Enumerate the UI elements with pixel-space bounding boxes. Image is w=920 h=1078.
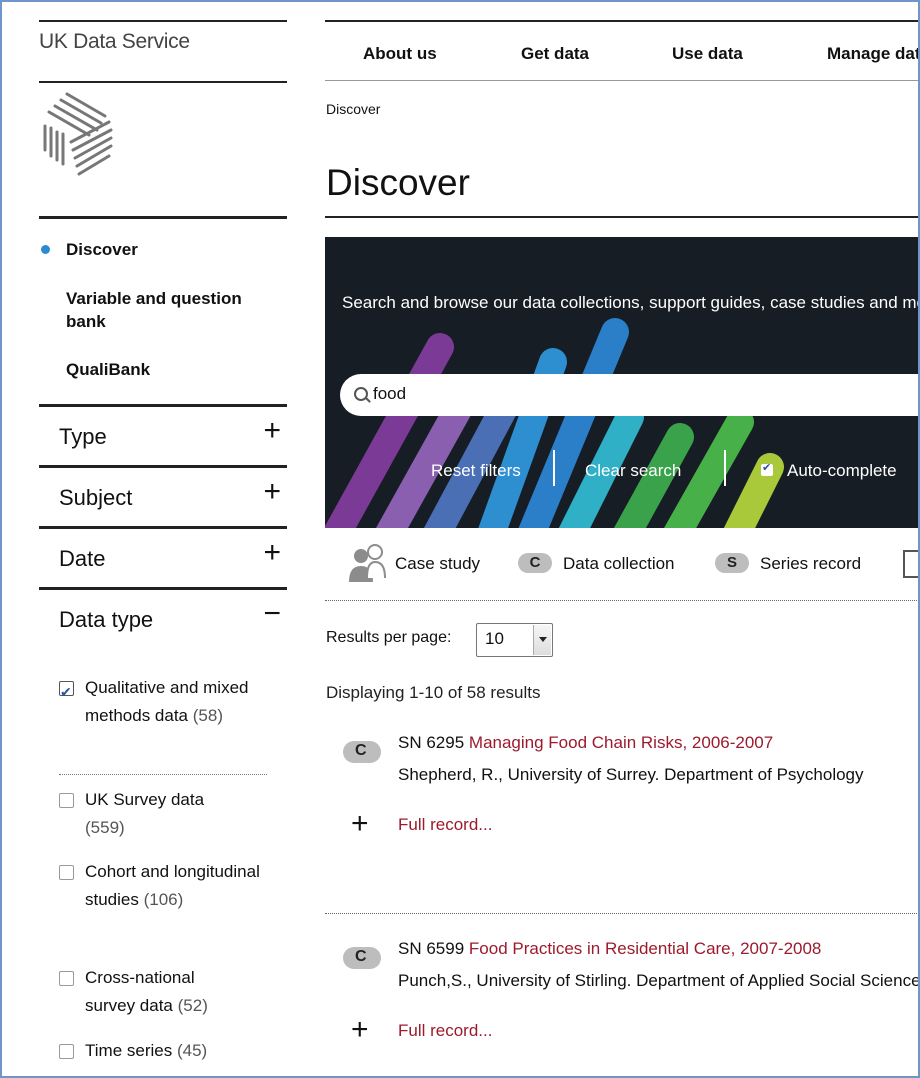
option-count: (106) [143,890,184,909]
hero-description: Search and browse our data collections, … [342,293,920,312]
facet-label: Subject [59,485,133,510]
filter-option-cohort[interactable]: Cohort and longitudinal studies (106) [59,858,269,914]
breadcrumb[interactable]: Discover [326,101,380,117]
filter-option-cross-national[interactable]: Cross-national survey data (52) [59,964,269,1020]
nav-about-us[interactable]: About us [363,44,437,64]
option-label: Time series [85,1041,173,1060]
ukds-logo-icon[interactable] [39,90,115,182]
results-per-page-select[interactable]: 10 [476,623,553,657]
collapse-minus-icon[interactable]: − [263,599,281,629]
divider [39,216,287,219]
option-count: (45) [176,1041,208,1060]
results-count: Displaying 1-10 of 58 results [326,683,541,702]
result-item: C SN 6295 Managing Food Chain Risks, 200… [325,733,918,873]
filter-option-uk-survey[interactable]: UK Survey data (559) [59,786,269,842]
facet-label: Data type [59,607,154,632]
facet-label: Type [59,424,107,449]
option-count: (559) [85,818,125,837]
result-item: C SN 6599 Food Practices in Residential … [325,939,920,1076]
page-title: Discover [326,162,470,203]
result-author: Shepherd, R., University of Surrey. Depa… [398,765,864,784]
divider [325,80,918,81]
expand-plus-icon[interactable]: + [263,477,281,507]
facet-subject[interactable]: Subject + [39,465,287,526]
record-type-legend: Case study C Data collection S Series re… [325,542,918,586]
sidebar-item-discover[interactable]: Discover [41,238,138,261]
checkbox[interactable] [59,793,74,808]
divider [553,450,555,486]
page-frame: UK Data Service Discover Variable and qu… [0,0,920,1078]
search-box[interactable] [340,374,918,416]
result-title-link[interactable]: Food Practices in Residential Care, 2007… [469,939,821,958]
auto-complete-label: Auto-complete [787,461,897,480]
data-collection-icon: C [343,947,381,969]
series-record-icon: S [715,553,749,573]
legend-label: Series record [760,554,862,573]
filter-option-qualitative[interactable]: Qualitative and mixed methods data (58) [59,674,269,730]
result-title-link[interactable]: Managing Food Chain Risks, 2006-2007 [469,733,773,752]
expand-plus-icon[interactable]: + [263,538,281,568]
search-input[interactable] [373,382,673,406]
study-number: SN 6599 [398,939,465,958]
main-content: About us Get data Use data Manage data D… [325,2,920,1076]
divider [325,913,918,914]
legend-label: Data collection [563,554,675,573]
search-hero: Search and browse our data collections, … [325,237,920,528]
document-icon [903,550,918,578]
facet-date[interactable]: Date + [39,526,287,587]
result-title-line: SN 6599 Food Practices in Residential Ca… [398,939,821,959]
filter-option-time-series[interactable]: Time series (45) [59,1037,269,1065]
auto-complete-checkbox[interactable] [761,461,773,476]
brand-name[interactable]: UK Data Service [39,20,287,54]
facet-data-type[interactable]: Data type − [39,587,287,648]
checkbox[interactable] [59,865,74,880]
sidebar-item-qualibank[interactable]: QualiBank [66,358,150,381]
reset-filters-button[interactable]: Reset filters [431,461,521,481]
full-record-link[interactable]: Full record... [398,815,492,835]
search-icon [354,387,368,401]
expand-plus-icon[interactable]: + [263,416,281,446]
divider [325,20,918,22]
option-count: (52) [177,996,208,1015]
checkbox[interactable] [59,1044,74,1059]
option-count: (58) [192,706,223,725]
facet-label: Date [59,546,106,571]
legend-label: Case study [395,554,481,573]
facet-type[interactable]: Type + [39,404,287,465]
data-collection-icon: C [518,553,552,573]
study-number: SN 6295 [398,733,465,752]
result-title-line: SN 6295 Managing Food Chain Risks, 2006-… [398,733,773,753]
divider [325,216,918,218]
clear-search-button[interactable]: Clear search [585,461,681,481]
result-author: Punch,S., University of Stirling. Depart… [398,971,920,990]
results-per-page-label: Results per page: [326,629,452,646]
data-collection-icon: C [343,741,381,763]
divider [39,81,287,83]
sidebar: UK Data Service Discover Variable and qu… [39,2,287,1076]
plus-icon[interactable]: + [351,1015,369,1045]
option-label: Qualitative and mixed methods data [85,678,249,725]
chevron-down-icon[interactable] [533,625,551,655]
divider [325,600,918,601]
divider [59,774,267,775]
select-value: 10 [485,629,504,648]
checkbox[interactable] [59,971,74,986]
sidebar-item-variable-and-question-bank[interactable]: Variable and question bank [66,287,281,333]
case-study-icon [349,544,386,582]
checkbox[interactable] [59,678,74,706]
nav-manage-data[interactable]: Manage data [827,44,918,64]
full-record-link[interactable]: Full record... [398,1021,492,1041]
option-label: UK Survey data [85,790,205,809]
divider [724,450,726,486]
nav-use-data[interactable]: Use data [672,44,743,64]
plus-icon[interactable]: + [351,809,369,839]
nav-get-data[interactable]: Get data [521,44,589,64]
